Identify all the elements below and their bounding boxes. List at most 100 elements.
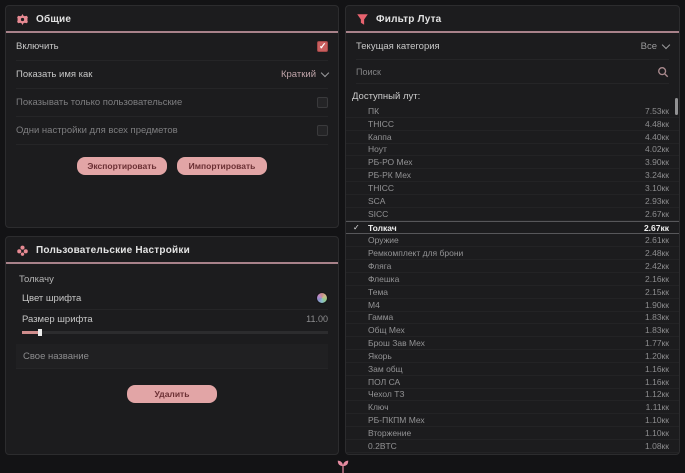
loot-item-row[interactable]: ✓ THICC 4.48кк <box>346 118 679 131</box>
loot-item-row[interactable]: ✓ SICC 2.67кк <box>346 208 679 221</box>
bottom-logo-icon <box>336 459 350 473</box>
panel-general-title: Общие <box>36 14 71 25</box>
loot-item-name: РБ-ПКПМ Мех <box>368 415 425 425</box>
same-settings-label: Одни настройки для всех предметов <box>16 125 178 136</box>
search-row <box>356 60 669 84</box>
loot-item-row[interactable]: ✓ Фляга 2.42кк <box>346 260 679 273</box>
list-scrollbar[interactable] <box>675 98 678 115</box>
loot-item-price: 2.42кк <box>645 261 669 271</box>
loot-item-row[interactable]: ✓ Зам общ 1.16кк <box>346 363 679 376</box>
panel-filter-title: Фильтр Лута <box>376 14 441 25</box>
loot-item-name: Вторжение <box>368 428 411 438</box>
loot-item-price: 1.90кк <box>645 300 669 310</box>
loot-item-price: 1.16кк <box>645 364 669 374</box>
loot-item-name: РБ-РО Мех <box>368 157 413 167</box>
only-custom-checkbox[interactable] <box>317 97 328 108</box>
loot-item-price: 1.12кк <box>645 389 669 399</box>
loot-item-row[interactable]: ✓ Гамма 1.83кк <box>346 312 679 325</box>
loot-item-row[interactable]: ✓ Оружие 2.61кк <box>346 234 679 247</box>
loot-item-row[interactable]: ✓ Толкач 2.67кк <box>346 221 679 235</box>
loot-item-price: 1.00кк <box>645 454 669 455</box>
loot-item-name: М4 <box>368 300 380 310</box>
category-dropdown[interactable]: Все <box>641 41 669 52</box>
loot-item-row[interactable]: ✓ М4 1.90кк <box>346 299 679 312</box>
loot-item-name: РБ-РК Мех <box>368 170 411 180</box>
loot-item-row[interactable]: ✓ Брош Зав Мех 1.77кк <box>346 337 679 350</box>
import-button[interactable]: Импортировать <box>177 157 267 175</box>
divider <box>6 262 338 264</box>
name-mode-label: Показать имя как <box>16 69 92 80</box>
loot-item-name: SICC <box>368 209 388 219</box>
panel-custom-header: Пользовательские Настройки <box>6 237 338 261</box>
loot-item-row[interactable]: ✓ THICC 3.10кк <box>346 182 679 195</box>
loot-item-row[interactable]: ✓ DSPT 1.00кк <box>346 453 679 455</box>
setting-row-name-mode: Показать имя как Краткий <box>16 61 328 89</box>
font-size-value: 11.00 <box>306 314 328 324</box>
enable-checkbox[interactable] <box>317 41 328 52</box>
loot-item-name: Каппа <box>368 132 392 142</box>
loot-item-row[interactable]: ✓ ПК 7.53кк <box>346 105 679 118</box>
loot-item-row[interactable]: ✓ Ноут 4.02кк <box>346 144 679 157</box>
loot-item-row[interactable]: ✓ РБ-РО Мех 3.90кк <box>346 156 679 169</box>
panel-custom-settings: Пользовательские Настройки Толкачу Цвет … <box>5 236 339 455</box>
loot-item-row[interactable]: ✓ Вторжение 1.10кк <box>346 427 679 440</box>
loot-item-row[interactable]: ✓ Якорь 1.20кк <box>346 350 679 363</box>
name-mode-dropdown[interactable]: Краткий <box>281 69 328 80</box>
loot-item-name: ПОЛ СА <box>368 377 400 387</box>
loot-item-row[interactable]: ✓ РБ-ПКПМ Мех 1.10кк <box>346 414 679 427</box>
loot-item-price: 1.10кк <box>645 415 669 425</box>
category-value: Все <box>641 41 657 52</box>
loot-item-name: Брош Зав Мех <box>368 338 425 348</box>
loot-item-name: Флешка <box>368 274 399 284</box>
loot-item-price: 3.24кк <box>645 170 669 180</box>
setting-row-enable: Включить <box>16 33 328 61</box>
export-button[interactable]: Экспортировать <box>77 157 167 175</box>
custom-name-input[interactable] <box>16 351 328 362</box>
loot-item-row[interactable]: ✓ ПОЛ СА 1.16кк <box>346 376 679 389</box>
setting-row-same-settings: Одни настройки для всех предметов <box>16 117 328 145</box>
loot-item-name: Гамма <box>368 312 393 322</box>
loot-item-row[interactable]: ✓ Тема 2.15кк <box>346 286 679 299</box>
custom-name-row <box>16 344 328 369</box>
loot-item-row[interactable]: ✓ РБ-РК Мех 3.24кк <box>346 169 679 182</box>
loot-item-row[interactable]: ✓ Ремкомплект для брони 2.48кк <box>346 247 679 260</box>
loot-item-name: Толкач <box>368 223 397 233</box>
funnel-icon <box>356 13 369 26</box>
loot-item-name: DSPT <box>368 454 391 455</box>
loot-item-price: 3.10кк <box>645 183 669 193</box>
search-input[interactable] <box>356 67 657 77</box>
loot-item-name: Общ Мех <box>368 325 405 335</box>
loot-item-price: 2.16кк <box>645 274 669 284</box>
slider-handle[interactable] <box>38 329 42 336</box>
loot-item-row[interactable]: ✓ Флешка 2.16кк <box>346 273 679 286</box>
loot-item-row[interactable]: ✓ Ключ 1.11кк <box>346 401 679 414</box>
loot-item-row[interactable]: ✓ 0.2BTC 1.08кк <box>346 440 679 453</box>
app-window: Общие Включить Показать имя как Краткий … <box>0 0 685 473</box>
category-row: Текущая категория Все <box>356 33 669 60</box>
loot-item-price: 4.40кк <box>645 132 669 142</box>
loot-item-price: 4.48кк <box>645 119 669 129</box>
loot-item-row[interactable]: ✓ Общ Мех 1.83кк <box>346 324 679 337</box>
user-settings-icon <box>16 244 29 257</box>
check-icon: ✓ <box>353 223 360 232</box>
delete-button[interactable]: Удалить <box>127 385 217 403</box>
font-color-row: Цвет шрифта <box>22 287 328 310</box>
font-size-row: Размер шрифта 11.00 <box>22 310 328 328</box>
search-icon[interactable] <box>657 66 669 78</box>
loot-item-price: 4.02кк <box>645 144 669 154</box>
export-import-row: Экспортировать Импортировать <box>6 157 338 175</box>
color-picker-icon[interactable] <box>316 292 328 304</box>
loot-item-price: 2.61кк <box>645 235 669 245</box>
same-settings-checkbox[interactable] <box>317 125 328 136</box>
loot-item-row[interactable]: ✓ SCA 2.93кк <box>346 195 679 208</box>
loot-item-price: 1.11кк <box>646 402 669 412</box>
loot-item-row[interactable]: ✓ Чехол ТЗ 1.12кк <box>346 389 679 402</box>
chevron-down-icon <box>662 40 670 48</box>
gear-icon <box>16 13 29 26</box>
loot-item-price: 1.16кк <box>645 377 669 387</box>
loot-item-price: 2.48кк <box>645 248 669 258</box>
font-size-slider[interactable] <box>22 331 328 334</box>
loot-item-price: 2.93кк <box>645 196 669 206</box>
loot-item-price: 2.67кк <box>645 209 669 219</box>
loot-item-row[interactable]: ✓ Каппа 4.40кк <box>346 131 679 144</box>
